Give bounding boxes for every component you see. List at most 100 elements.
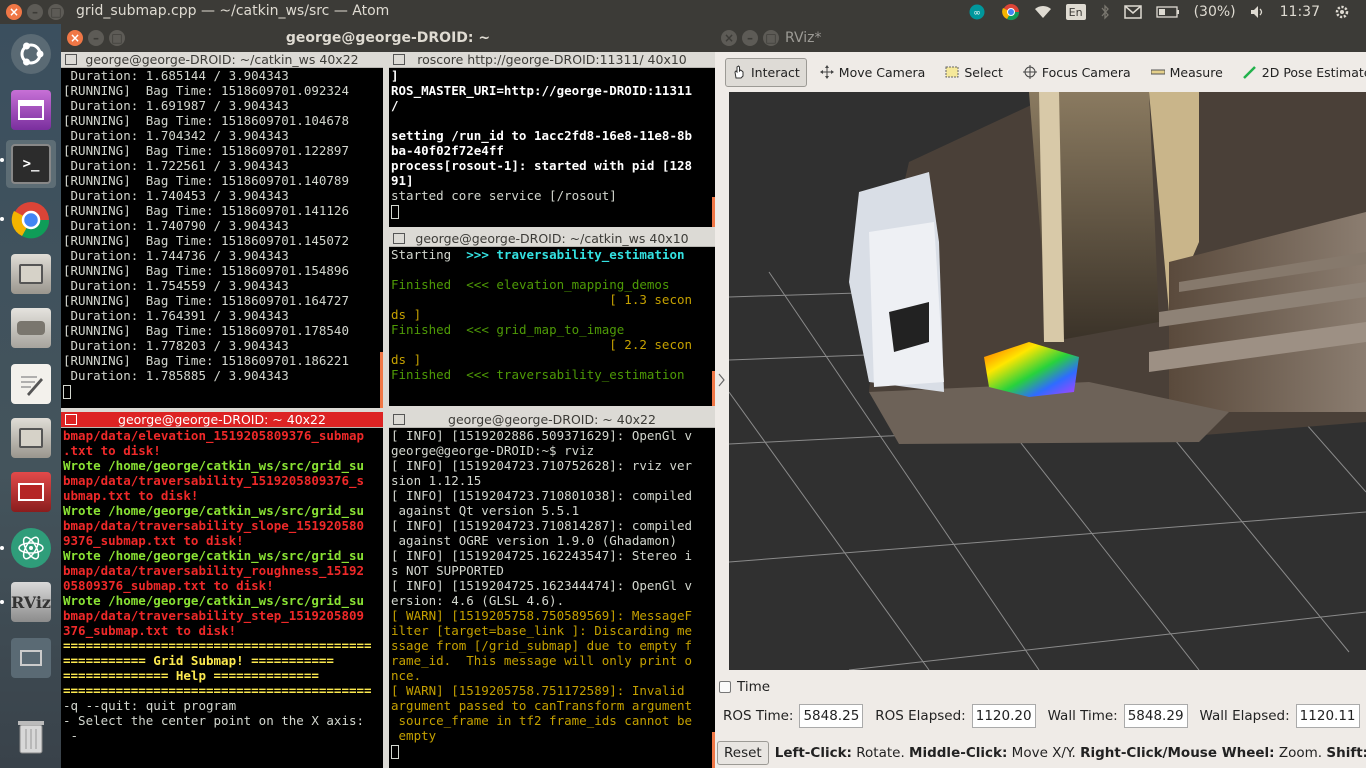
time-row: ROS Time: 5848.25 ROS Elapsed: 1120.20 W… [723,704,1366,728]
split-icon [393,233,405,244]
trash-icon[interactable] [6,712,56,760]
ubuntu-dash-icon[interactable] [6,30,56,78]
close-button[interactable]: × [721,30,737,46]
ros-elapsed-label: ROS Elapsed: [875,708,966,724]
running-indicator [0,158,4,162]
mail-icon[interactable] [1123,5,1142,19]
files-icon[interactable] [6,250,56,298]
wall-time-field[interactable]: 5848.29 [1123,704,1188,728]
gear-icon[interactable] [1334,4,1350,20]
split-icon [65,54,77,65]
monitor-icon[interactable] [6,468,56,516]
clock[interactable]: 11:37 [1280,4,1320,20]
wall-time-label: Wall Time: [1047,708,1118,724]
text-editor-icon[interactable] [6,360,56,408]
rviz-icon[interactable]: RViz [6,578,56,626]
pose-estimate-tool[interactable]: 2D Pose Estimate [1236,58,1366,87]
time-panel-icon [719,681,731,693]
ruler-icon [1150,65,1166,79]
files-icon-2[interactable] [6,414,56,462]
move-icon [819,65,834,79]
terminal-output: [ INFO] [1519202886.509371629]: OpenGl v… [389,428,715,759]
disks-icon[interactable] [6,304,56,352]
pane-titlebar[interactable]: george@george-DROID: ~/catkin_ws 40x10 [389,231,715,247]
battery-icon[interactable] [1155,6,1180,18]
svg-text:∞: ∞ [973,9,981,19]
close-button[interactable]: × [6,4,22,20]
scrollbar[interactable] [380,412,383,768]
active-window-title: grid_submap.cpp — ~/catkin_ws/src — Atom [76,3,390,19]
terminal-pane-roscore[interactable]: roscore http://george-DROID:11311/ 40x10… [389,52,715,227]
running-indicator [0,217,4,221]
ros-elapsed-field[interactable]: 1120.20 [971,704,1036,728]
terminal-pane-grid-submap[interactable]: george@george-DROID: ~ 40x22 bmap/data/e… [61,412,383,768]
battery-percentage: (30%) [1193,4,1236,20]
bluetooth-icon[interactable] [1100,4,1110,20]
minimize-button[interactable]: – [88,30,104,46]
close-button[interactable]: × [67,30,83,46]
terminal-window-titlebar[interactable]: × – □ george@george-DROID: ~ [61,24,715,52]
split-icon [393,414,405,425]
workspaces-icon[interactable] [6,634,56,682]
split-icon [65,414,77,425]
minimize-button[interactable]: – [742,30,758,46]
focus-icon [1022,65,1037,79]
terminal-window-title: george@george-DROID: ~ [285,30,491,46]
measure-tool[interactable]: Measure [1144,58,1230,87]
chrome-tray-icon[interactable] [1001,3,1020,21]
running-indicator [0,600,4,604]
maximize-button[interactable]: □ [763,30,779,46]
unity-tweak-icon[interactable] [6,86,56,134]
reset-button[interactable]: Reset [717,741,769,765]
pane-title: george@george-DROID: ~ 40x22 [118,412,326,427]
minimize-button[interactable]: – [27,4,43,20]
cursor [391,744,399,759]
terminal-output: bmap/data/elevation_1519205809376_submap… [63,428,372,743]
terminal-output: Duration: 1.685144 / 3.904343 [RUNNING] … [61,68,383,399]
pane-titlebar[interactable]: roscore http://george-DROID:11311/ 40x10 [389,52,715,68]
terminal-pane-catkin-build[interactable]: george@george-DROID: ~/catkin_ws 40x10 S… [389,231,715,406]
pane-titlebar[interactable]: george@george-DROID: ~/catkin_ws 40x22 [61,52,383,68]
chrome-icon[interactable] [6,196,56,244]
pane-titlebar[interactable]: george@george-DROID: ~ 40x22 [61,412,383,428]
cursor [391,204,399,219]
keyboard-layout-indicator[interactable]: En [1065,4,1086,20]
move-camera-tool[interactable]: Move Camera [813,58,933,87]
point-cloud [849,92,1366,444]
time-panel: Time ROS Time: 5848.25 ROS Elapsed: 1120… [715,674,1366,768]
pane-title: george@george-DROID: ~ 40x22 [448,412,656,427]
pane-title: roscore http://george-DROID:11311/ 40x10 [417,52,687,67]
status-hint: Reset Left-Click: Rotate. Middle-Click: … [715,738,1366,768]
atom-icon[interactable] [6,524,56,572]
rviz-titlebar[interactable]: × – □ RViz* [715,24,1366,52]
terminal-output: Starting >>> traversability_estimation F… [391,247,693,382]
ros-time-field[interactable]: 5848.25 [799,704,864,728]
terminal-output: ] ROS_MASTER_URI=http://george-DROID:113… [389,68,715,219]
terminal-window: × – □ george@george-DROID: ~ george@geor… [61,24,715,768]
time-panel-header[interactable]: Time [715,676,1366,698]
wall-elapsed-label: Wall Elapsed: [1199,708,1290,724]
wifi-icon[interactable] [1034,5,1052,19]
select-tool[interactable]: Select [938,58,1010,87]
focus-camera-tool[interactable]: Focus Camera [1016,58,1138,87]
launcher: >_ RViz [0,24,61,768]
terminal-pane-rviz[interactable]: george@george-DROID: ~ 40x22 [ INFO] [15… [389,412,715,768]
maximize-button[interactable]: □ [48,4,64,20]
3d-view[interactable] [729,92,1366,670]
green-arrow-icon [1242,65,1257,79]
arduino-icon[interactable]: ∞ [966,4,988,20]
wall-elapsed-field[interactable]: 1120.11 [1295,704,1360,728]
pane-titlebar[interactable]: george@george-DROID: ~ 40x22 [389,412,715,428]
interact-tool[interactable]: Interact [725,57,807,87]
hand-icon [732,65,746,79]
select-box-icon [945,65,959,79]
3d-scene [729,92,1366,670]
window-controls: × – □ [6,4,64,20]
terminal-icon[interactable]: >_ [6,140,56,188]
rviz-title: RViz* [785,30,822,46]
scrollbar[interactable] [380,352,383,408]
terminal-pane-rosbag[interactable]: george@george-DROID: ~/catkin_ws 40x22 D… [61,52,383,408]
volume-icon[interactable] [1250,5,1266,19]
maximize-button[interactable]: □ [109,30,125,46]
panel-splitter[interactable] [715,92,729,670]
